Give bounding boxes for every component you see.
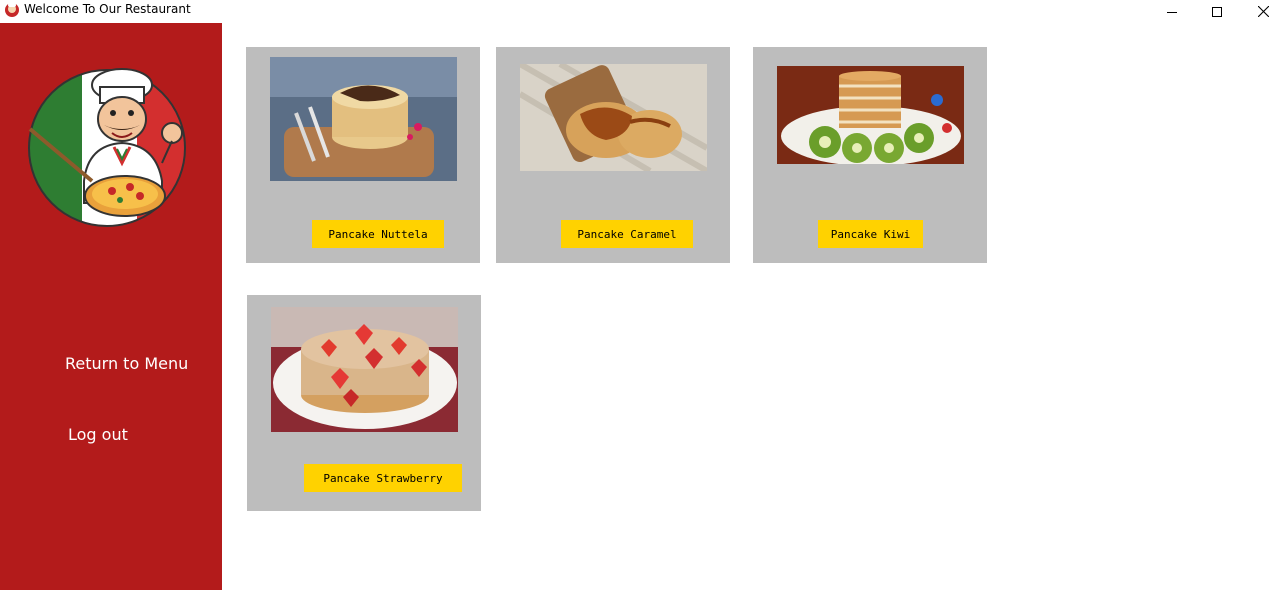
product-card: Pancake Kiwi [753,47,987,263]
pancake-kiwi-photo [777,66,964,164]
logout-link[interactable]: Log out [68,425,128,444]
product-card: Pancake Strawberry [247,295,481,511]
window-title: Welcome To Our Restaurant [24,2,191,16]
pancake-strawberry-photo [271,307,458,432]
app-icon [5,3,19,17]
close-button[interactable] [1240,0,1275,23]
title-bar: Welcome To Our Restaurant [0,0,1275,23]
pancake-caramel-button[interactable]: Pancake Caramel [561,220,693,248]
maximize-icon [1212,6,1222,17]
pancake-nutella-photo [270,57,457,181]
pancake-nuttela-button[interactable]: Pancake Nuttela [312,220,444,248]
pancake-kiwi-button[interactable]: Pancake Kiwi [818,220,923,248]
minimize-button[interactable] [1149,0,1195,23]
chef-pizza-logo-icon [28,68,186,227]
pancake-caramel-photo [520,64,707,171]
return-to-menu-link[interactable]: Return to Menu [65,354,188,373]
close-icon [1257,6,1269,17]
product-card: Pancake Nuttela [246,47,480,263]
maximize-button[interactable] [1194,0,1240,23]
sidebar: Return to Menu Log out [0,23,222,590]
product-card: Pancake Caramel [496,47,730,263]
minimize-icon [1167,11,1177,13]
pancake-strawberry-button[interactable]: Pancake Strawberry [304,464,462,492]
